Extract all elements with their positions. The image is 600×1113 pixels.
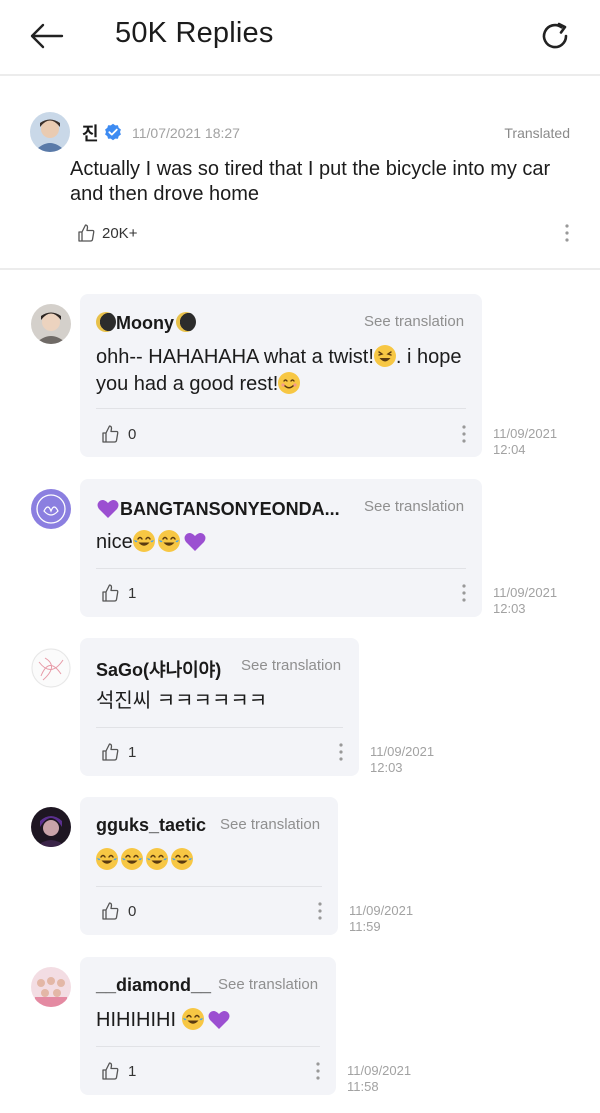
reply-avatar[interactable] bbox=[31, 489, 71, 529]
reply-bubble: SaGo(샤나이야) See translation 석진씨 ㅋㅋㅋㅋㅋㅋ 1 bbox=[80, 638, 359, 776]
more-options-icon[interactable] bbox=[312, 900, 328, 922]
reply-author-name[interactable]: __diamond__ bbox=[96, 975, 211, 996]
reply-bubble: BANGTANSONYEONDA... See translation nice… bbox=[80, 479, 482, 617]
reply-avatar[interactable] bbox=[31, 967, 71, 1007]
reply-avatar[interactable] bbox=[31, 648, 71, 688]
thumbs-up-icon bbox=[102, 584, 119, 602]
thumbs-up-icon bbox=[102, 425, 119, 443]
laughing-emoji-icon bbox=[373, 345, 396, 367]
reply-bubble: __diamond__ See translation HIHIHIHI 1 bbox=[80, 957, 336, 1095]
tears-of-joy-emoji-icon bbox=[171, 848, 193, 870]
like-count: 0 bbox=[128, 902, 137, 920]
reply-bubble: gguks_taetic See translation 0 bbox=[80, 797, 338, 935]
reply-text bbox=[96, 847, 193, 874]
post-author-name[interactable]: 진 bbox=[82, 120, 99, 146]
reply-bubble: Moony See translation ohh-- HAHAHAHA wha… bbox=[80, 294, 482, 457]
see-translation-link[interactable]: See translation bbox=[364, 498, 464, 515]
tears-of-joy-emoji-icon bbox=[157, 530, 180, 552]
reply-item: gguks_taetic See translation 0 11/09/202… bbox=[0, 797, 600, 937]
reply-text: HIHIHIHI bbox=[96, 1007, 231, 1034]
main-post: 진 11/07/2021 18:27 Translated Actually I… bbox=[0, 78, 600, 270]
like-button[interactable]: 20K+ bbox=[76, 222, 137, 244]
reply-author-name[interactable]: SaGo(샤나이야) bbox=[96, 656, 221, 682]
reply-timestamp: 11/09/2021 11:58 bbox=[347, 1063, 412, 1094]
more-options-icon[interactable] bbox=[456, 582, 472, 604]
tears-of-joy-emoji-icon bbox=[181, 1008, 204, 1030]
tears-of-joy-emoji-icon bbox=[132, 530, 155, 552]
reply-avatar[interactable] bbox=[31, 304, 71, 344]
post-text: Actually I was so tired that I put the b… bbox=[70, 158, 551, 205]
reply-divider bbox=[96, 727, 343, 728]
smiling-emoji-icon bbox=[278, 372, 301, 394]
reply-author-name[interactable]: gguks_taetic bbox=[96, 815, 206, 836]
reply-divider bbox=[96, 568, 466, 569]
like-count: 20K+ bbox=[102, 224, 138, 242]
back-arrow-icon[interactable] bbox=[24, 14, 68, 58]
thumbs-up-icon bbox=[102, 1062, 119, 1080]
see-translation-link[interactable]: See translation bbox=[220, 816, 320, 833]
reply-item: BANGTANSONYEONDA... See translation nice… bbox=[0, 479, 600, 619]
reply-author-name[interactable]: Moony bbox=[96, 312, 196, 334]
translated-label: Translated bbox=[504, 125, 570, 141]
tears-of-joy-emoji-icon bbox=[121, 848, 143, 870]
moon-icon bbox=[176, 312, 196, 332]
purple-heart-icon bbox=[184, 533, 206, 551]
reply-timestamp: 11/09/2021 12:03 bbox=[370, 744, 435, 775]
thumbs-up-icon bbox=[102, 743, 119, 761]
reply-author-name[interactable]: BANGTANSONYEONDA... bbox=[96, 497, 340, 520]
more-options-icon[interactable] bbox=[456, 423, 472, 445]
more-options-icon[interactable] bbox=[558, 222, 576, 244]
verified-badge-icon bbox=[104, 123, 122, 141]
reply-text: nice bbox=[96, 529, 207, 556]
reply-timestamp: 11/09/2021 12:03 bbox=[493, 585, 558, 616]
thumbs-up-icon bbox=[102, 902, 119, 920]
see-translation-link[interactable]: See translation bbox=[241, 657, 341, 674]
reply-text: 석진씨 ㅋㅋㅋㅋㅋㅋ bbox=[96, 690, 268, 712]
reply-item: __diamond__ See translation HIHIHIHI 1 1… bbox=[0, 957, 600, 1097]
reply-avatar[interactable] bbox=[31, 807, 71, 847]
moon-icon bbox=[96, 312, 116, 332]
like-count: 1 bbox=[128, 584, 137, 602]
more-options-icon[interactable] bbox=[333, 741, 349, 763]
top-bar: 50K Replies bbox=[0, 0, 600, 76]
see-translation-link[interactable]: See translation bbox=[218, 976, 318, 993]
purple-heart-icon bbox=[97, 500, 119, 518]
tears-of-joy-emoji-icon bbox=[146, 848, 168, 870]
reply-text: ohh-- HAHAHAHA what a twist! . i hope yo… bbox=[96, 345, 462, 395]
page-title: 50K Replies bbox=[115, 17, 274, 49]
reply-item: SaGo(샤나이야) See translation 석진씨 ㅋㅋㅋㅋㅋㅋ 1 … bbox=[0, 638, 600, 778]
reply-timestamp: 11/09/2021 11:59 bbox=[349, 903, 414, 934]
reply-item: Moony See translation ohh-- HAHAHAHA wha… bbox=[0, 294, 600, 459]
refresh-icon[interactable] bbox=[533, 14, 577, 58]
thumbs-up-icon bbox=[78, 224, 95, 242]
see-translation-link[interactable]: See translation bbox=[364, 313, 464, 330]
like-button[interactable]: 0 bbox=[100, 423, 136, 445]
like-count: 1 bbox=[128, 743, 137, 761]
reply-timestamp: 11/09/2021 12:04 bbox=[493, 426, 558, 457]
post-timestamp: 11/07/2021 18:27 bbox=[132, 125, 240, 141]
purple-heart-icon bbox=[208, 1011, 230, 1029]
more-options-icon[interactable] bbox=[310, 1060, 326, 1082]
like-count: 0 bbox=[128, 425, 137, 443]
tears-of-joy-emoji-icon bbox=[96, 848, 118, 870]
like-button[interactable]: 1 bbox=[100, 582, 136, 604]
like-count: 1 bbox=[128, 1062, 137, 1080]
reply-divider bbox=[96, 1046, 320, 1047]
reply-divider bbox=[96, 886, 322, 887]
like-button[interactable]: 0 bbox=[100, 900, 136, 922]
like-button[interactable]: 1 bbox=[100, 1060, 136, 1082]
like-button[interactable]: 1 bbox=[100, 741, 136, 763]
post-author-avatar[interactable] bbox=[30, 112, 70, 152]
reply-divider bbox=[96, 408, 466, 409]
